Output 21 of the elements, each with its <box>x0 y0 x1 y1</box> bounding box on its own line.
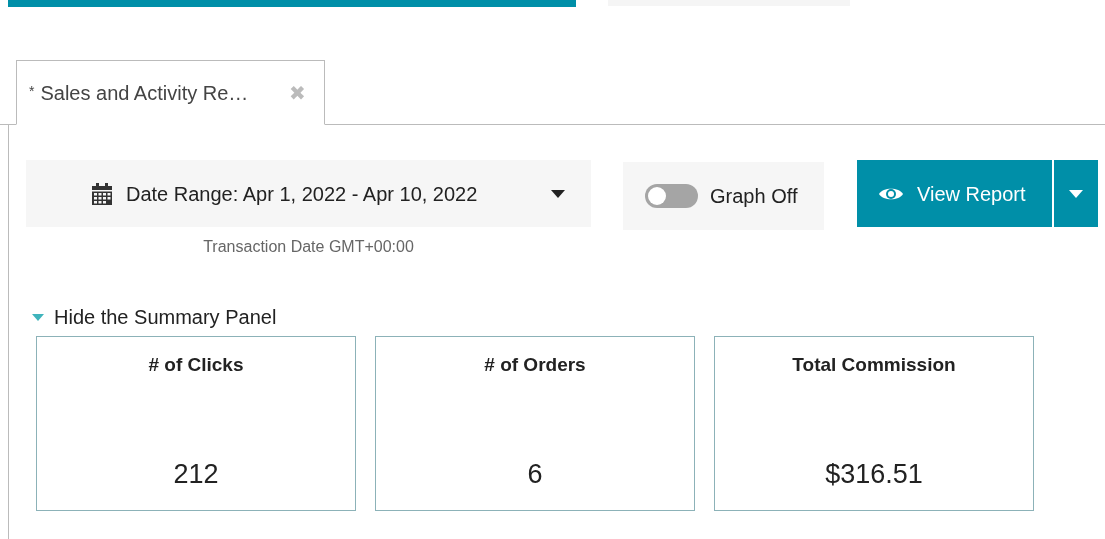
summary-toggle[interactable]: Hide the Summary Panel <box>32 302 277 332</box>
card-title: # of Orders <box>484 353 586 377</box>
tab-title: Sales and Activity Re… <box>40 80 249 106</box>
card-title: Total Commission <box>792 353 956 377</box>
caret-icon <box>1069 189 1083 198</box>
card-value: 6 <box>527 457 543 491</box>
toggle-switch[interactable] <box>645 184 698 208</box>
dropdown-button[interactable] <box>1054 160 1098 227</box>
date-range-dropdown[interactable]: Date Range: Apr 1, 2022 - Apr 10, 2022 <box>26 160 591 227</box>
tab-strip[interactable] <box>8 0 576 7</box>
caret-icon <box>551 189 565 198</box>
caret-icon <box>32 313 44 321</box>
modified-mark: * <box>29 82 35 101</box>
toggle-label: Graph Off <box>710 184 798 209</box>
card-value: $316.51 <box>825 457 923 491</box>
card-title: # of Clicks <box>148 353 244 377</box>
calendar-icon <box>92 182 112 205</box>
date-note: Transaction Date GMT+00:00 <box>202 237 415 257</box>
card-value: 212 <box>173 457 219 491</box>
view-report-button[interactable]: View Report <box>857 160 1052 227</box>
report-tab[interactable]: * Sales and Activity Re… ✖ <box>16 60 325 125</box>
